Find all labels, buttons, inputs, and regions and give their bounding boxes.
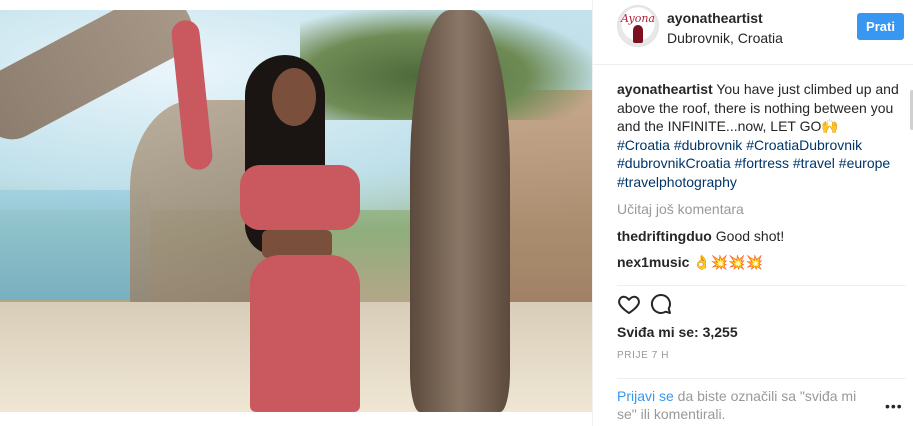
comment-text: 👌💥💥💥 [693,254,763,270]
post-photo[interactable] [0,10,592,412]
like-count[interactable]: Sviđa mi se: 3,255 [617,324,738,340]
login-link[interactable]: Prijavi se [617,388,674,404]
hashtag-dubrovnikcroatia[interactable]: #dubrovnikCroatia [617,155,731,171]
photo-figure-head [272,68,316,126]
photo-figure-waist [262,230,332,258]
comment-text: Good shot! [715,227,785,244]
follow-button[interactable]: Prati [857,13,904,40]
post-timestamp[interactable]: PRIJE 7 H [617,350,669,361]
comment-icon[interactable] [649,292,673,316]
login-prompt: Prijavi se da biste označili sa "sviđa m… [617,387,872,423]
username-link[interactable]: ayonatheartist [667,10,763,26]
photo-figure-top [240,165,360,230]
hashtag-dubrovnik[interactable]: #dubrovnik [674,137,743,153]
comments-list: ayonatheartist You have just climbed up … [617,80,903,272]
hashtag-fortress[interactable]: #fortress [735,155,789,171]
photo-tree-trunk [410,10,510,412]
hashtag-europe[interactable]: #europe [839,155,890,171]
header-divider [593,64,913,65]
login-divider [617,378,906,379]
avatar[interactable]: Ayona [617,5,659,47]
comment: nex1music 👌💥💥💥 [617,253,903,272]
avatar-logo-text: Ayona [621,12,655,25]
photo-figure-pants [250,255,360,412]
heart-icon[interactable] [617,292,641,316]
post-header: Ayona ayonatheartist Dubrovnik, Croatia … [593,0,913,64]
hashtag-travel[interactable]: #travel [793,155,835,171]
comment-username[interactable]: nex1music [617,254,689,270]
post-side-panel: Ayona ayonatheartist Dubrovnik, Croatia … [592,0,913,426]
comment-username[interactable]: thedriftingduo [617,228,712,244]
caption: ayonatheartist You have just climbed up … [617,80,903,191]
caption-username[interactable]: ayonatheartist [617,81,713,97]
hashtag-croatia[interactable]: #Croatia [617,137,670,153]
caption-emoji: 🙌 [821,118,839,134]
photo-sea [0,190,150,300]
location-link[interactable]: Dubrovnik, Croatia [667,30,783,46]
load-more-comments[interactable]: Učitaj još komentara [617,200,903,219]
hashtag-croatiadubrovnik[interactable]: #CroatiaDubrovnik [746,137,862,153]
comment: thedriftingduo Good shot! [617,227,903,246]
more-options-button[interactable]: ••• [885,398,903,414]
actions-divider [617,285,906,286]
hashtag-travelphotography[interactable]: #travelphotography [617,174,737,190]
avatar-figure [633,25,643,43]
